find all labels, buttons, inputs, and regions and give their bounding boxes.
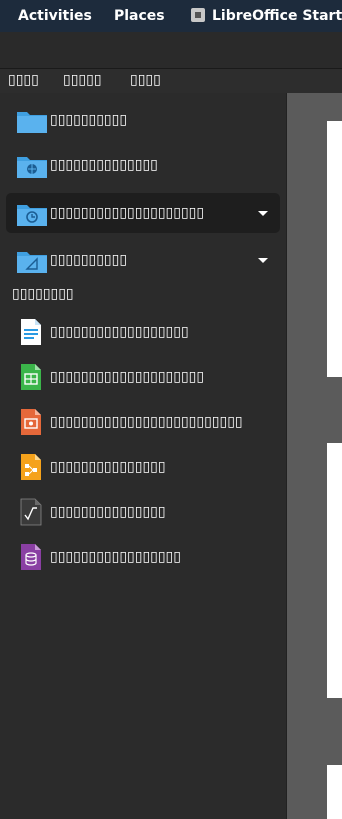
recent-folder-icon <box>17 205 47 226</box>
create-math-formula[interactable]: ▯▯▯▯▯▯▯▯▯▯▯▯▯▯▯ <box>6 492 280 532</box>
create-writer-document[interactable]: ▯▯▯▯▯▯▯▯▯▯▯▯▯▯▯▯▯▯ <box>6 312 280 352</box>
templates-label: ▯▯▯▯▯▯▯▯▯▯ <box>50 252 128 268</box>
writer-document-label: ▯▯▯▯▯▯▯▯▯▯▯▯▯▯▯▯▯▯ <box>50 324 189 340</box>
menu-item-tools[interactable]: ▯▯▯▯▯ <box>63 72 102 88</box>
draw-drawing-icon <box>21 454 41 480</box>
remote-files-label: ▯▯▯▯▯▯▯▯▯▯▯▯▯▯ <box>50 157 158 173</box>
open-file-label: ▯▯▯▯▯▯▯▯▯▯ <box>50 112 128 128</box>
activities-button[interactable]: Activities <box>18 8 92 24</box>
recent-documents-thumbnails <box>286 93 342 819</box>
impress-presentation-label: ▯▯▯▯▯▯▯▯▯▯▯▯▯▯▯▯▯▯▯▯▯▯▯▯▯ <box>50 414 243 430</box>
create-impress-presentation[interactable]: ▯▯▯▯▯▯▯▯▯▯▯▯▯▯▯▯▯▯▯▯▯▯▯▯▯ <box>6 402 280 442</box>
document-thumbnail[interactable] <box>327 443 342 698</box>
recent-files-label: ▯▯▯▯▯▯▯▯▯▯▯▯▯▯▯▯▯▯▯▯ <box>50 205 205 221</box>
remote-folder-icon <box>17 157 47 178</box>
open-file-button[interactable]: ▯▯▯▯▯▯▯▯▯▯ <box>6 100 280 140</box>
calc-spreadsheet-label: ▯▯▯▯▯▯▯▯▯▯▯▯▯▯▯▯▯▯▯▯ <box>50 369 205 385</box>
templates-dropdown-icon[interactable] <box>258 258 268 263</box>
places-menu[interactable]: Places <box>114 8 165 24</box>
recent-files-button[interactable]: ▯▯▯▯▯▯▯▯▯▯▯▯▯▯▯▯▯▯▯▯ <box>6 193 280 233</box>
create-base-database[interactable]: ▯▯▯▯▯▯▯▯▯▯▯▯▯▯▯▯▯ <box>6 537 280 577</box>
impress-presentation-icon <box>21 409 41 435</box>
menu-item-file[interactable]: ▯▯▯▯ <box>8 72 39 88</box>
calc-spreadsheet-icon <box>21 364 41 390</box>
base-database-label: ▯▯▯▯▯▯▯▯▯▯▯▯▯▯▯▯▯ <box>50 549 181 565</box>
menu-bar: ▯▯▯▯ ▯▯▯▯▯ ▯▯▯▯ <box>0 69 342 93</box>
create-calc-spreadsheet[interactable]: ▯▯▯▯▯▯▯▯▯▯▯▯▯▯▯▯▯▯▯▯ <box>6 357 280 397</box>
document-thumbnail[interactable] <box>327 765 342 819</box>
base-database-icon <box>21 544 41 570</box>
app-title[interactable]: LibreOffice Start C <box>212 8 342 24</box>
remote-files-button[interactable]: ▯▯▯▯▯▯▯▯▯▯▯▯▯▯ <box>6 145 280 185</box>
template-folder-icon <box>17 252 47 273</box>
document-thumbnail[interactable] <box>327 121 342 377</box>
writer-document-icon <box>21 319 41 345</box>
folder-icon <box>17 112 47 133</box>
create-draw-drawing[interactable]: ▯▯▯▯▯▯▯▯▯▯▯▯▯▯▯ <box>6 447 280 487</box>
templates-button[interactable]: ▯▯▯▯▯▯▯▯▯▯ <box>6 240 280 280</box>
draw-drawing-label: ▯▯▯▯▯▯▯▯▯▯▯▯▯▯▯ <box>50 459 166 475</box>
window-titlebar[interactable] <box>0 32 342 69</box>
math-formula-label: ▯▯▯▯▯▯▯▯▯▯▯▯▯▯▯ <box>50 504 166 520</box>
menu-item-help[interactable]: ▯▯▯▯ <box>130 72 161 88</box>
recent-files-dropdown-icon[interactable] <box>258 211 268 216</box>
math-formula-icon <box>20 498 42 526</box>
gnome-top-bar: Activities Places LibreOffice Start C <box>0 0 342 32</box>
start-center-sidebar: ▯▯▯▯▯▯▯▯▯▯ ▯▯▯▯▯▯▯▯▯▯▯▯▯▯ ▯▯▯▯▯▯▯▯▯▯▯▯▯▯… <box>0 93 286 819</box>
create-section-heading: ▯▯▯▯▯▯▯▯ <box>12 286 74 302</box>
libreoffice-app-icon[interactable] <box>191 8 205 22</box>
